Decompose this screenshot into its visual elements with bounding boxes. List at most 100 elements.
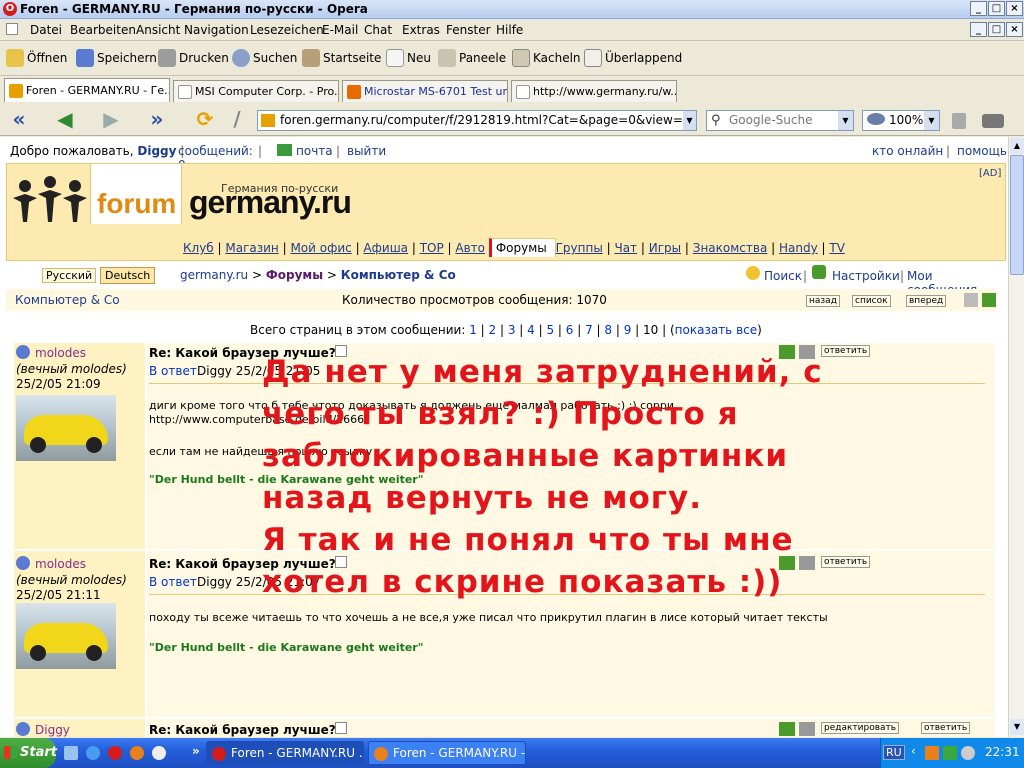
doc-minimize-button[interactable]: _ xyxy=(970,22,987,37)
page-link-2[interactable]: 2 xyxy=(489,323,497,337)
menu-lesezeichen[interactable]: Lesezeichen xyxy=(250,23,324,37)
minimize-button[interactable]: _ xyxy=(970,1,987,16)
reload-icon[interactable]: ⟳ xyxy=(194,109,216,131)
print-icon[interactable] xyxy=(799,722,815,736)
address-dropdown-icon[interactable]: ▼ xyxy=(683,111,696,130)
menu-navigation[interactable]: Navigation xyxy=(184,23,249,37)
show-all-link[interactable]: показать все xyxy=(675,323,757,337)
menu-ansicht[interactable]: Ansicht xyxy=(136,23,180,37)
language-indicator[interactable]: RU xyxy=(883,745,905,760)
opera-icon[interactable] xyxy=(108,746,122,760)
menu-chat[interactable]: Chat xyxy=(364,23,392,37)
search-link[interactable]: Поиск xyxy=(764,269,802,283)
who-online-link[interactable]: кто онлайн xyxy=(872,144,943,158)
back-nav-button[interactable]: назад xyxy=(806,295,840,307)
nav-auto[interactable]: Авто xyxy=(455,241,485,255)
edit-button[interactable]: редактировать xyxy=(821,722,900,734)
breadcrumb-home[interactable]: germany.ru xyxy=(180,268,248,282)
tree-view-icon[interactable] xyxy=(982,293,996,307)
logout-link[interactable]: выйти xyxy=(347,144,386,158)
doc-close-button[interactable]: × xyxy=(1006,22,1023,37)
search-dropdown-icon[interactable]: ▼ xyxy=(838,111,853,130)
forward-icon[interactable]: ▶ xyxy=(100,109,122,131)
nav-forums[interactable]: Форумы xyxy=(496,241,547,255)
edit-icon[interactable]: / xyxy=(226,109,248,131)
nav-top[interactable]: TOP xyxy=(420,241,444,255)
lang-ru-button[interactable]: Русский xyxy=(42,268,97,283)
tab-microstar[interactable]: Microstar MS-6701 Test un... xyxy=(342,80,508,102)
forward-nav-button[interactable]: вперед xyxy=(906,295,947,307)
nav-chat[interactable]: Чат xyxy=(614,241,637,255)
page-link-1[interactable]: 1 xyxy=(469,323,477,337)
page-link-4[interactable]: 4 xyxy=(527,323,535,337)
page-link-9[interactable]: 9 xyxy=(624,323,632,337)
settings-link[interactable]: Настройки xyxy=(832,269,900,283)
profile-icon[interactable] xyxy=(779,722,795,736)
print-button[interactable]: Drucken xyxy=(158,47,229,69)
tray-network-icon[interactable] xyxy=(943,746,957,760)
mail-link[interactable]: почта xyxy=(296,144,333,158)
address-field[interactable]: foren.germany.ru/computer/f/2912819.html… xyxy=(257,110,697,131)
menu-datei[interactable]: Datei xyxy=(30,23,62,37)
tray-app-icon[interactable] xyxy=(925,746,939,760)
lang-de-button[interactable]: Deutsch xyxy=(100,267,156,284)
page-link-6[interactable]: 6 xyxy=(566,323,574,337)
save-button[interactable]: Speichern xyxy=(76,47,157,69)
doc-restore-button[interactable]: □ xyxy=(988,22,1005,37)
find-button[interactable]: Suchen xyxy=(232,47,297,69)
list-nav-button[interactable]: список xyxy=(852,295,891,307)
camera-icon[interactable] xyxy=(982,114,1004,128)
flat-view-icon[interactable] xyxy=(964,293,978,307)
breadcrumb-computer[interactable]: Компьютер & Co xyxy=(341,268,456,282)
home-button[interactable]: Startseite xyxy=(302,47,381,69)
nav-groups[interactable]: Группы xyxy=(556,241,603,255)
help-link[interactable]: помощь xyxy=(957,144,1007,158)
reply-button[interactable]: ответить xyxy=(921,722,971,734)
menu-hilfe[interactable]: Hilfe xyxy=(496,23,523,37)
reply-to-link[interactable]: В ответ xyxy=(149,364,197,378)
taskbar-foren-1[interactable]: Foren - GERMANY.RU ... xyxy=(206,741,364,765)
menu-fenster[interactable]: Fenster xyxy=(446,23,491,37)
tray-volume-icon[interactable] xyxy=(961,746,975,760)
tab-foren[interactable]: Foren - GERMANY.RU - Ге... xyxy=(4,78,170,102)
close-button[interactable]: × xyxy=(1006,1,1023,16)
open-button[interactable]: Öffnen xyxy=(6,47,67,69)
tab-msi[interactable]: MSI Computer Corp. - Pro... xyxy=(173,80,339,102)
author-link[interactable]: Diggy xyxy=(35,723,70,737)
fast-forward-icon[interactable]: » xyxy=(146,109,168,131)
menu-extras[interactable]: Extras xyxy=(402,23,440,37)
nav-office[interactable]: Мой офис xyxy=(290,241,351,255)
page-link-3[interactable]: 3 xyxy=(508,323,516,337)
nav-handy[interactable]: Handy xyxy=(779,241,818,255)
panels-button[interactable]: Paneele xyxy=(438,47,506,69)
reply-to-link[interactable]: В ответ xyxy=(149,575,197,589)
nav-shop[interactable]: Магазин xyxy=(225,241,278,255)
cascade-button[interactable]: Überlappend xyxy=(584,47,682,69)
breadcrumb-forums[interactable]: Форумы xyxy=(266,268,323,282)
taskbar-foren-2[interactable]: Foren - GERMANY.RU - Г... xyxy=(368,741,526,765)
scrollbar-thumb[interactable] xyxy=(1010,155,1024,275)
nav-club[interactable]: Клуб xyxy=(183,241,214,255)
author-link[interactable]: molodes xyxy=(35,557,86,571)
page-link-8[interactable]: 8 xyxy=(604,323,612,337)
rewind-icon[interactable]: « xyxy=(8,109,30,131)
vertical-scrollbar[interactable]: ▲ ▼ xyxy=(1008,137,1024,737)
author-link[interactable]: molodes xyxy=(35,346,86,360)
scroll-up-icon[interactable]: ▲ xyxy=(1010,138,1024,154)
desktop-icon[interactable] xyxy=(64,746,78,760)
back-icon[interactable]: ◀ xyxy=(54,109,76,131)
tab-germany[interactable]: http://www.germany.ru/w... xyxy=(511,80,677,102)
lock-icon[interactable] xyxy=(952,113,966,129)
maximize-button[interactable]: □ xyxy=(988,1,1005,16)
nav-games[interactable]: Игры xyxy=(649,241,681,255)
nav-tv[interactable]: TV xyxy=(829,241,845,255)
nav-dating[interactable]: Знакомства xyxy=(693,241,768,255)
menu-email[interactable]: E-Mail xyxy=(322,23,358,37)
user-link[interactable]: Diggy xyxy=(137,144,176,158)
firefox-icon[interactable] xyxy=(130,746,144,760)
new-button[interactable]: Neu xyxy=(386,47,431,69)
page-link-7[interactable]: 7 xyxy=(585,323,593,337)
page-menu-icon[interactable] xyxy=(6,23,18,35)
ie-icon[interactable] xyxy=(86,746,100,760)
zoom-dropdown-icon[interactable]: ▼ xyxy=(924,111,939,130)
